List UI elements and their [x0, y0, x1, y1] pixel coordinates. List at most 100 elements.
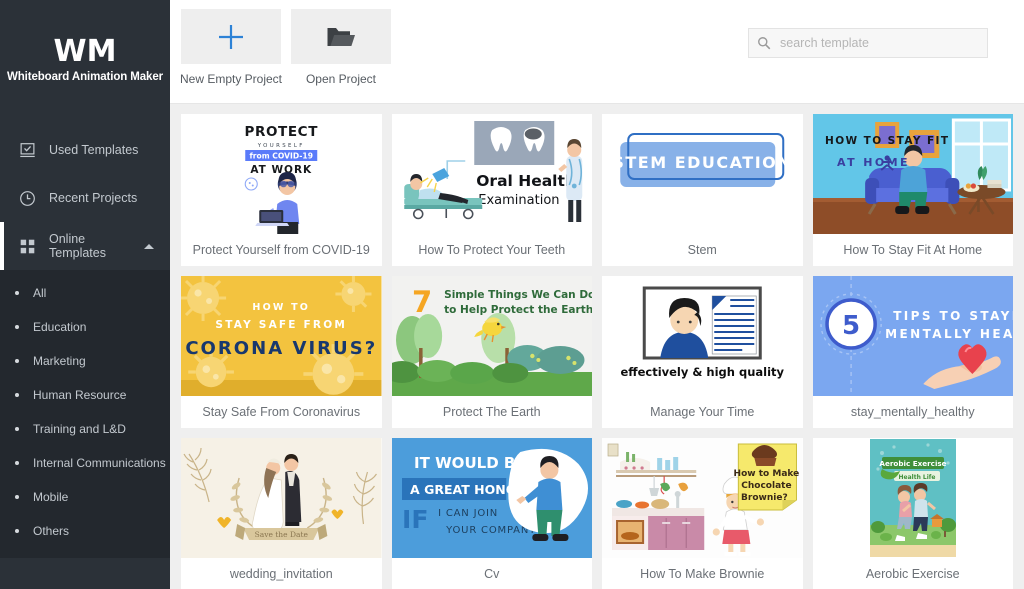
template-card-wedding[interactable]: Save the Date wedding_invitation: [181, 438, 382, 589]
sidebar-subitem-others[interactable]: Others: [0, 514, 170, 548]
svg-text:STEM EDUCATION: STEM EDUCATION: [612, 153, 792, 172]
svg-text:IF: IF: [402, 505, 428, 534]
chevron-up-icon[interactable]: [144, 243, 154, 249]
cv-artwork: IT WOULD BE A GREAT HONOR IF I CAN JOIN …: [391, 438, 592, 558]
svg-text:from COVID-19: from COVID-19: [249, 152, 313, 161]
bullet-icon: [15, 529, 19, 533]
svg-text:Oral Health: Oral Health: [476, 172, 576, 190]
brownie-artwork: How to Make Chocolate Brownie?: [602, 438, 803, 558]
sidebar-item-recent-projects[interactable]: Recent Projects: [0, 174, 170, 222]
sidebar-subitem-mobile[interactable]: Mobile: [0, 480, 170, 514]
sidebar-subitem-label: Education: [33, 320, 87, 334]
svg-text:STAY SAFE FROM: STAY SAFE FROM: [215, 319, 347, 331]
template-thumbnail: IT WOULD BE A GREAT HONOR IF I CAN JOIN …: [391, 438, 592, 558]
template-card-title: Stay Safe From Coronavirus: [202, 405, 361, 419]
open-project-label: Open Project: [305, 72, 377, 86]
bullet-icon: [15, 291, 19, 295]
svg-text:to Help Protect the Earth: to Help Protect the Earth: [444, 304, 592, 316]
sidebar-item-label: Online Templates: [49, 232, 106, 260]
sidebar-subitem-label: Mobile: [33, 490, 69, 504]
template-card-aerobic[interactable]: Aerobic Exercise Health Life Aerobic Exe…: [812, 438, 1013, 589]
sidebar-subitem-all[interactable]: All: [0, 276, 170, 310]
bullet-icon: [15, 461, 19, 465]
sidebar-subitem-human-resource[interactable]: Human Resource: [0, 378, 170, 412]
svg-text:7: 7: [411, 285, 431, 319]
new-project-tile: [181, 9, 281, 64]
template-thumbnail: PROTECT YOURSELF from COVID-19 AT WORK: [181, 114, 382, 234]
svg-text:Simple Things We Can Do: Simple Things We Can Do: [444, 289, 592, 301]
template-card-corona[interactable]: HOW TO STAY SAFE FROM CORONA VIRUS? Stay…: [181, 276, 382, 428]
sidebar-subitem-internal-communications[interactable]: Internal Communications: [0, 446, 170, 480]
template-card-manage-time[interactable]: effectively & high quality Manage Your T…: [602, 276, 803, 428]
svg-text:effectively & high quality: effectively & high quality: [620, 365, 784, 379]
bullet-icon: [15, 325, 19, 329]
sidebar-subitem-training-and-ld[interactable]: Training and L&D: [0, 412, 170, 446]
search-input[interactable]: [778, 35, 979, 51]
template-thumbnail: Save the Date: [181, 438, 382, 558]
app-window: WM Whiteboard Animation Maker Used Templ…: [0, 0, 1024, 589]
sidebar-subitem-marketing[interactable]: Marketing: [0, 344, 170, 378]
open-project-button[interactable]: Open Project: [291, 9, 391, 86]
search-box[interactable]: [748, 28, 988, 58]
template-card-title: Stem: [687, 243, 717, 257]
template-card-cv[interactable]: IT WOULD BE A GREAT HONOR IF I CAN JOIN …: [391, 438, 592, 589]
template-grid: PROTECT YOURSELF from COVID-19 AT WORK P…: [170, 104, 1024, 589]
oral-health-artwork: Oral Health Examination: [391, 114, 592, 234]
svg-text:HOW TO STAY FIT: HOW TO STAY FIT: [825, 135, 949, 147]
bullet-icon: [15, 359, 19, 363]
wedding-artwork: Save the Date: [181, 438, 382, 558]
new-empty-project-label: New Empty Project: [179, 72, 283, 86]
template-card-title: Aerobic Exercise: [865, 567, 960, 581]
bullet-icon: [15, 427, 19, 431]
template-card-stem[interactable]: STEM EDUCATION Stem: [602, 114, 803, 266]
template-card-covid-work[interactable]: PROTECT YOURSELF from COVID-19 AT WORK P…: [181, 114, 382, 266]
new-empty-project-button[interactable]: New Empty Project: [179, 9, 283, 86]
svg-text:5: 5: [842, 311, 860, 341]
stay-fit-artwork: HOW TO STAY FIT AT HOME: [812, 114, 1013, 234]
brand-logo: WM: [53, 34, 117, 69]
sidebar-item-used-templates[interactable]: Used Templates: [0, 126, 170, 174]
template-card-brownie[interactable]: How to Make Chocolate Brownie? How To Ma…: [602, 438, 803, 589]
svg-text:Save the Date: Save the Date: [255, 530, 309, 539]
template-card-oral-health[interactable]: Oral Health Examination How To Protect Y…: [391, 114, 592, 266]
svg-text:AT HOME: AT HOME: [837, 156, 910, 169]
bullet-icon: [15, 495, 19, 499]
manage-time-artwork: effectively & high quality: [602, 276, 803, 396]
sidebar-subitem-label: Marketing: [33, 354, 86, 368]
template-card-mentally-healthy[interactable]: 5 TIPS TO STAYING MENTALLY HEALTHY stay_…: [812, 276, 1013, 428]
brand-name: Whiteboard Animation Maker: [6, 71, 164, 83]
template-card-title: wedding_invitation: [229, 567, 333, 581]
template-card-stay-fit[interactable]: HOW TO STAY FIT AT HOME How To Stay Fit …: [812, 114, 1013, 266]
sidebar-item-label: Used Templates: [49, 143, 139, 157]
sidebar-subitem-label: Human Resource: [33, 388, 127, 402]
template-card-title: Cv: [484, 567, 500, 581]
template-thumbnail: 7 Simple Things We Can Do to Help Protec…: [391, 276, 592, 396]
template-thumbnail: How to Make Chocolate Brownie?: [602, 438, 803, 558]
svg-text:CORONA VIRUS?: CORONA VIRUS?: [185, 338, 377, 359]
svg-text:PROTECT: PROTECT: [244, 124, 318, 140]
template-thumbnail: HOW TO STAY SAFE FROM CORONA VIRUS?: [181, 276, 382, 396]
search-icon: [758, 37, 771, 50]
checked-document-icon: [17, 140, 37, 160]
svg-text:YOUR COMPANY: YOUR COMPANY: [445, 525, 536, 536]
template-card-earth[interactable]: 7 Simple Things We Can Do to Help Protec…: [391, 276, 592, 428]
brand-block: WM Whiteboard Animation Maker: [0, 0, 170, 120]
sidebar-item-online-templates[interactable]: Online Templates: [0, 222, 170, 270]
svg-text:YOURSELF: YOURSELF: [257, 143, 305, 149]
template-thumbnail: HOW TO STAY FIT AT HOME: [812, 114, 1013, 234]
covid-artwork: PROTECT YOURSELF from COVID-19 AT WORK: [181, 114, 382, 234]
clock-icon: [17, 188, 37, 208]
sidebar-subitem-education[interactable]: Education: [0, 310, 170, 344]
stem-artwork: STEM EDUCATION: [602, 114, 803, 234]
mental-health-artwork: 5 TIPS TO STAYING MENTALLY HEALTHY: [812, 276, 1013, 396]
bullet-icon: [15, 393, 19, 397]
main-content: New Empty Project Open Project search te…: [170, 0, 1024, 589]
sidebar-subitem-label: All: [33, 286, 47, 300]
sidebar-subitem-label: Internal Communications: [33, 456, 166, 470]
svg-text:Brownie?: Brownie?: [741, 493, 788, 503]
template-thumbnail: effectively & high quality: [602, 276, 803, 396]
svg-text:MENTALLY HEALTHY: MENTALLY HEALTHY: [885, 327, 1013, 341]
svg-text:TIPS TO STAYING: TIPS TO STAYING: [893, 309, 1013, 323]
template-card-title: Protect The Earth: [442, 405, 541, 419]
svg-text:HOW TO: HOW TO: [252, 302, 310, 313]
